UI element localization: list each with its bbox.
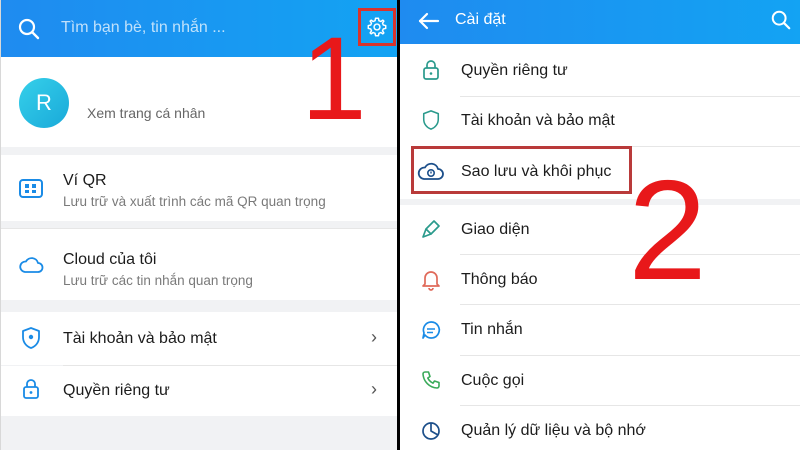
settings-item-theme[interactable] — [400, 205, 800, 254]
qr-wallet-title: Ví QR — [63, 172, 107, 189]
privacy-title: Quyền riêng tư — [63, 382, 170, 399]
phone-icon — [422, 371, 440, 389]
chat-icon — [422, 321, 441, 339]
shield-icon — [422, 110, 440, 130]
my-cloud-title: Cloud của tôi — [63, 251, 157, 268]
back-arrow-icon[interactable] — [416, 8, 442, 34]
settings-item-label: Quản lý dữ liệu và bộ nhớ — [461, 422, 646, 439]
gear-icon — [367, 17, 387, 37]
settings-item-label: Tin nhắn — [461, 321, 523, 338]
settings-item-messages[interactable] — [400, 304, 800, 355]
page-title: Cài đặt — [455, 11, 506, 28]
brush-icon — [422, 220, 440, 238]
settings-item-label: Giao diện — [461, 221, 530, 238]
cloud-icon — [19, 257, 44, 273]
chevron-right-icon: › — [371, 327, 377, 347]
settings-item-label: Quyền riêng tư — [461, 62, 568, 79]
settings-item-calls[interactable] — [400, 355, 800, 405]
highlight-box — [411, 146, 632, 194]
step-number-2: 2 — [628, 151, 707, 310]
bell-icon — [422, 271, 440, 291]
search-icon[interactable] — [770, 9, 792, 31]
qr-wallet-item[interactable] — [1, 155, 397, 221]
step-number-1: 1 — [301, 13, 367, 145]
my-cloud-item[interactable] — [1, 229, 397, 300]
qr-wallet-icon — [19, 179, 43, 198]
right-screen: Cài đặt Quyền riêng tư Tài khoản và bảo … — [400, 0, 800, 450]
chevron-right-icon: › — [371, 379, 377, 399]
pie-chart-icon — [422, 422, 440, 440]
search-input[interactable]: Tìm bạn bè, tin nhắn ... — [61, 19, 226, 37]
lock-icon — [23, 379, 39, 399]
view-profile-link[interactable]: Xem trang cá nhân — [87, 105, 205, 121]
privacy-item[interactable] — [1, 366, 397, 416]
settings-item-notifications[interactable] — [400, 254, 800, 304]
settings-item-label: Tài khoản và bảo mật — [461, 112, 615, 129]
settings-app-bar: Cài đặt — [400, 0, 800, 44]
settings-item-label: Cuộc gọi — [461, 372, 525, 389]
shield-icon — [22, 327, 40, 349]
settings-item-privacy[interactable] — [400, 44, 800, 96]
screen-separator — [397, 0, 400, 450]
search-icon[interactable] — [17, 17, 41, 41]
left-screen: Tìm bạn bè, tin nhắn ... R Xem trang cá … — [0, 0, 397, 450]
account-security-title: Tài khoản và bảo mật — [63, 330, 217, 347]
my-cloud-subtitle: Lưu trữ các tin nhắn quan trọng — [63, 273, 253, 288]
settings-item-label: Thông báo — [461, 271, 538, 288]
qr-wallet-subtitle: Lưu trữ và xuất trình các mã QR quan trọ… — [63, 194, 326, 209]
avatar[interactable]: R — [19, 78, 69, 128]
lock-icon — [423, 60, 439, 80]
